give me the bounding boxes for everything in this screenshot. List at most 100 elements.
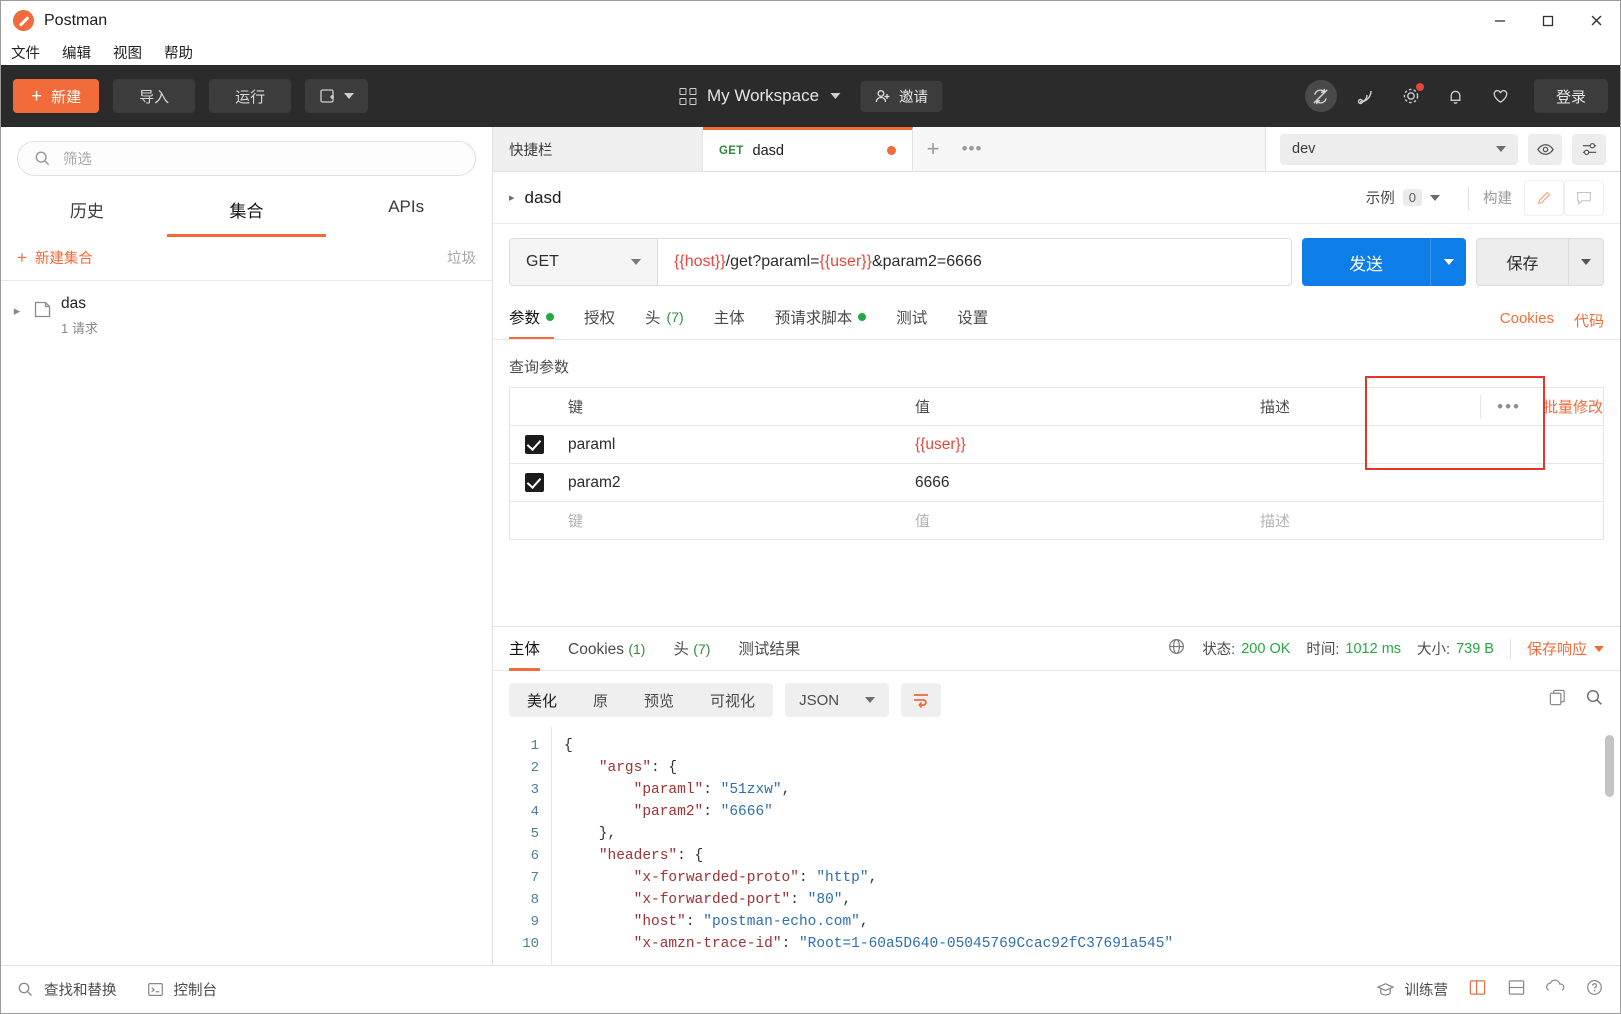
save-options-button[interactable] (1568, 238, 1604, 286)
content-type-selector[interactable]: JSON (785, 683, 890, 717)
tab-shortcuts[interactable]: 快捷栏 (493, 127, 703, 171)
send-button[interactable]: 发送 (1302, 238, 1430, 286)
tab-body[interactable]: 主体 (714, 306, 745, 340)
format-raw-button[interactable]: 原 (575, 690, 626, 711)
login-button[interactable]: 登录 (1533, 79, 1608, 113)
row-key[interactable]: paraml (558, 436, 905, 454)
runner-button[interactable]: 运行 (209, 79, 292, 113)
placeholder-key[interactable]: 键 (558, 510, 905, 531)
environment-quick-look-button[interactable] (1528, 133, 1562, 165)
table-row[interactable]: paraml {{user}} (510, 426, 1603, 464)
console-button[interactable]: 控制台 (147, 979, 217, 1000)
url-input[interactable]: {{host}}/get?paraml= {{user}} &param2=6666 (658, 239, 1291, 285)
collection-item-das[interactable]: ▸ das 1 请求 (1, 281, 492, 351)
menu-help[interactable]: 帮助 (164, 42, 193, 63)
new-collection-button[interactable]: + 新建集合 (17, 247, 93, 268)
tab-settings[interactable]: 设置 (957, 306, 988, 340)
response-tab-cookies[interactable]: Cookies (1) (568, 641, 645, 671)
split-layout-icon[interactable] (1507, 978, 1526, 1002)
examples-selector[interactable]: 示例 0 (1366, 187, 1454, 208)
sidebar-tab-apis[interactable]: APIs (326, 184, 486, 237)
tab-dasd[interactable]: GET dasd (703, 127, 913, 171)
menu-file[interactable]: 文件 (11, 42, 40, 63)
chevron-right-icon[interactable]: ▸ (509, 191, 515, 204)
line-number: 1 (530, 738, 539, 754)
bulk-edit-button[interactable]: 批量修改 (1533, 396, 1603, 417)
tab-authorization[interactable]: 授权 (584, 306, 615, 340)
row-checkbox[interactable] (510, 435, 558, 454)
format-pretty-button[interactable]: 美化 (509, 690, 575, 711)
placeholder-value[interactable]: 值 (905, 510, 1250, 531)
placeholder-description[interactable]: 描述 (1250, 510, 1468, 531)
request-name[interactable]: ▸ dasd (509, 188, 561, 208)
tab-params[interactable]: 参数 (509, 306, 555, 340)
environment-settings-button[interactable] (1572, 133, 1606, 165)
copy-icon[interactable] (1548, 688, 1567, 712)
format-preview-button[interactable]: 预览 (626, 690, 692, 711)
sync-status-icon[interactable] (1546, 978, 1565, 1002)
workspace-selector[interactable]: My Workspace (678, 86, 841, 106)
row-key[interactable]: param2 (558, 474, 905, 492)
tab-pre-request-script[interactable]: 预请求脚本 (775, 306, 867, 340)
wrap-text-icon[interactable] (901, 683, 942, 717)
menu-edit[interactable]: 编辑 (62, 42, 91, 63)
method-selector[interactable]: GET (510, 239, 658, 285)
row-value[interactable]: 6666 (905, 474, 1250, 492)
response-tab-headers[interactable]: 头 (7) (673, 637, 710, 671)
row-value[interactable]: {{user}} (905, 436, 1250, 454)
environment-selector[interactable]: dev (1280, 133, 1518, 165)
send-options-button[interactable] (1430, 238, 1466, 286)
two-pane-layout-icon[interactable] (1468, 978, 1487, 1002)
invite-button[interactable]: 邀请 (860, 80, 943, 112)
bootcamp-button[interactable]: 训练营 (1375, 979, 1448, 1000)
import-button[interactable]: 导入 (113, 79, 196, 113)
tab-tests[interactable]: 测试 (896, 306, 927, 340)
new-tab-button[interactable]: + (913, 127, 953, 171)
line-number: 2 (530, 760, 539, 776)
trash-button[interactable]: 垃圾 (447, 247, 476, 268)
sidebar-tab-collections[interactable]: 集合 (166, 184, 327, 237)
toolbar-left-group: + 新建 导入 运行 (13, 79, 369, 113)
postman-logo-icon (13, 10, 34, 31)
response-scrollbar[interactable] (1605, 735, 1614, 797)
bell-icon[interactable] (1440, 80, 1472, 112)
filter-input[interactable]: 筛选 (17, 141, 476, 176)
build-label[interactable]: 构建 (1483, 187, 1524, 208)
minimize-button[interactable] (1476, 1, 1524, 40)
params-more-button[interactable]: ••• (1480, 394, 1533, 419)
code-link[interactable]: 代码 (1574, 310, 1604, 331)
table-row-placeholder[interactable]: 键 值 描述 (510, 502, 1603, 540)
edit-documentation-button[interactable] (1524, 179, 1564, 216)
new-button[interactable]: + 新建 (13, 79, 100, 113)
satellite-icon[interactable] (1350, 80, 1382, 112)
response-tab-test-results[interactable]: 测试结果 (738, 637, 800, 671)
line-number: 5 (530, 826, 539, 842)
response-tab-body[interactable]: 主体 (509, 637, 541, 671)
chevron-right-icon[interactable]: ▸ (9, 295, 25, 319)
row-checkbox[interactable] (510, 473, 558, 492)
format-visualize-button[interactable]: 可视化 (692, 690, 773, 711)
cookies-link[interactable]: Cookies (1500, 310, 1554, 331)
help-icon[interactable] (1585, 978, 1604, 1002)
json-body[interactable]: { "args": { "paraml": "51zxw", "param2":… (551, 727, 1620, 965)
environment-bar: dev (1265, 127, 1620, 171)
plus-icon: + (17, 248, 27, 267)
close-button[interactable] (1572, 1, 1620, 40)
new-window-button[interactable] (305, 79, 369, 113)
search-icon[interactable] (1585, 688, 1604, 712)
comments-button[interactable] (1564, 179, 1604, 216)
save-response-button[interactable]: 保存响应 (1527, 638, 1604, 659)
save-button[interactable]: 保存 (1476, 238, 1568, 286)
gear-icon[interactable] (1395, 80, 1427, 112)
heart-icon[interactable] (1485, 80, 1517, 112)
sync-off-icon[interactable] (1304, 80, 1337, 112)
menu-view[interactable]: 视图 (113, 42, 142, 63)
table-row[interactable]: param2 6666 (510, 464, 1603, 502)
tab-options-button[interactable]: ••• (953, 127, 991, 171)
maximize-button[interactable] (1524, 1, 1572, 40)
response-body-code[interactable]: 1 2 3 4 5 6 7 8 9 10 { "args": { "paraml… (493, 727, 1620, 965)
tab-headers[interactable]: 头 (7) (645, 306, 684, 340)
sidebar-tab-history[interactable]: 历史 (7, 184, 167, 237)
globe-icon[interactable] (1167, 637, 1186, 660)
find-replace-button[interactable]: 查找和替换 (17, 979, 117, 1000)
